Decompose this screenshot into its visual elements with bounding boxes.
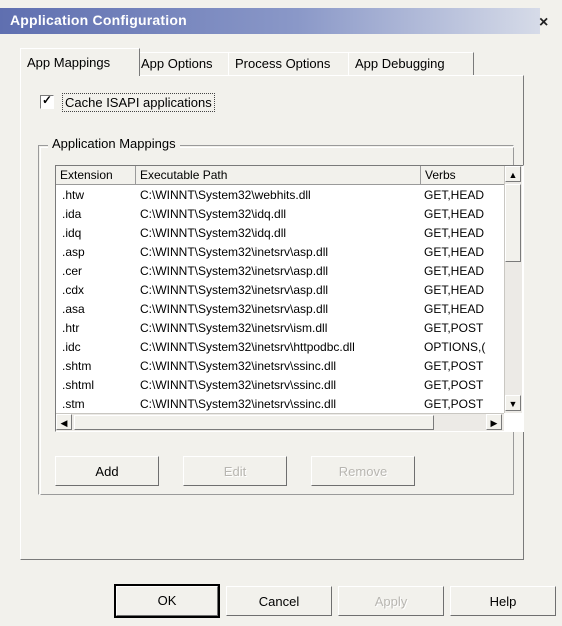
horizontal-scrollbar[interactable]: ◀ ▶	[56, 413, 504, 431]
cell-verbs: OPTIONS,(	[424, 340, 486, 354]
table-row[interactable]: .stm C:\WINNT\System32\inetsrv\ssinc.dll G…	[56, 395, 504, 414]
vertical-scroll-thumb[interactable]	[505, 184, 521, 262]
table-row[interactable]: .cdx C:\WINNT\System32\inetsrv\asp.dll GET…	[56, 281, 504, 300]
table-row[interactable]: .htr C:\WINNT\System32\inetsrv\ism.dll GET…	[56, 319, 504, 338]
cell-verbs: GET,HEAD	[424, 302, 485, 316]
ok-button[interactable]: OK	[114, 584, 220, 618]
window-title: Application Configuration	[10, 12, 187, 28]
application-configuration-dialog: Application Configuration × App Mappings…	[0, 0, 562, 626]
cell-verbs: GET,HEAD	[424, 245, 485, 259]
table-row[interactable]: .idq C:\WINNT\System32\idq.dll GET,HEAD	[56, 224, 504, 243]
cell-executable-path: C:\WINNT\System32\idq.dll	[140, 226, 287, 240]
cache-isapi-checkbox[interactable]: ✓	[40, 93, 54, 109]
cell-verbs: GET,HEAD	[424, 207, 485, 221]
column-header-extension[interactable]: Extension	[56, 166, 136, 184]
mappings-list[interactable]: Extension Executable Path Verbs .htw C:\W…	[55, 165, 524, 432]
cell-executable-path: C:\WINNT\System32\inetsrv\ssinc.dll	[140, 397, 337, 411]
cell-extension: .asp	[62, 245, 85, 259]
cell-executable-path: C:\WINNT\System32\inetsrv\ism.dll	[140, 321, 328, 335]
list-header: Extension Executable Path Verbs	[56, 166, 504, 185]
help-button[interactable]: Help	[450, 586, 556, 616]
cell-executable-path: C:\WINNT\System32\idq.dll	[140, 207, 287, 221]
column-header-executable-path[interactable]: Executable Path	[136, 166, 421, 184]
scroll-up-icon[interactable]: ▲	[505, 166, 521, 182]
cell-verbs: GET,POST	[424, 397, 484, 411]
tab-app-debugging[interactable]: App Debugging	[348, 52, 474, 75]
cell-extension: .htw	[62, 188, 85, 202]
cache-isapi-label[interactable]: Cache ISAPI applications	[62, 92, 215, 112]
cell-extension: .idq	[62, 226, 82, 240]
cell-executable-path: C:\WINNT\System32\inetsrv\asp.dll	[140, 264, 329, 278]
table-row[interactable]: .shtm C:\WINNT\System32\inetsrv\ssinc.dll…	[56, 357, 504, 376]
vertical-scrollbar[interactable]: ▲ ▼	[504, 166, 522, 413]
tab-process-options[interactable]: Process Options	[228, 52, 354, 75]
cell-verbs: GET,POST	[424, 359, 484, 373]
cell-executable-path: C:\WINNT\System32\inetsrv\asp.dll	[140, 245, 329, 259]
add-button[interactable]: Add	[55, 456, 159, 486]
cell-extension: .ida	[62, 207, 82, 221]
table-row[interactable]: .ida C:\WINNT\System32\idq.dll GET,HEAD	[56, 205, 504, 224]
cancel-button[interactable]: Cancel	[226, 586, 332, 616]
cell-extension: .shtm	[62, 359, 92, 373]
application-mappings-title: Application Mappings	[48, 136, 180, 151]
table-row[interactable]: .shtml C:\WINNT\System32\inetsrv\ssinc.dl…	[56, 376, 504, 395]
cell-verbs: GET,HEAD	[424, 226, 485, 240]
cell-executable-path: C:\WINNT\System32\inetsrv\ssinc.dll	[140, 359, 337, 373]
tab-app-mappings[interactable]: App Mappings	[20, 48, 140, 76]
cell-extension: .shtml	[62, 378, 95, 392]
table-row[interactable]: .idc C:\WINNT\System32\inetsrv\httpodbc.d…	[56, 338, 504, 357]
cell-verbs: GET,POST	[424, 321, 484, 335]
horizontal-scroll-thumb[interactable]	[74, 415, 434, 430]
cell-executable-path: C:\WINNT\System32\inetsrv\httpodbc.dll	[140, 340, 355, 354]
cell-executable-path: C:\WINNT\System32\inetsrv\ssinc.dll	[140, 378, 337, 392]
cell-verbs: GET,HEAD	[424, 283, 485, 297]
checkmark-icon: ✓	[42, 93, 53, 107]
apply-button[interactable]: Apply	[338, 586, 444, 616]
scroll-right-icon[interactable]: ▶	[486, 414, 502, 430]
ok-button-label: OK	[157, 593, 177, 608]
column-header-verbs[interactable]: Verbs	[421, 166, 504, 184]
cell-verbs: GET,HEAD	[424, 188, 485, 202]
cell-executable-path: C:\WINNT\System32\inetsrv\asp.dll	[140, 283, 329, 297]
table-row[interactable]: .asa C:\WINNT\System32\inetsrv\asp.dll GET…	[56, 300, 504, 319]
table-row[interactable]: .cer C:\WINNT\System32\inetsrv\asp.dll GET…	[56, 262, 504, 281]
cache-isapi-row[interactable]: ✓ Cache ISAPI applications	[40, 92, 215, 112]
scroll-left-icon[interactable]: ◀	[56, 414, 72, 430]
tab-app-options[interactable]: App Options	[134, 52, 234, 75]
cell-extension: .idc	[62, 340, 81, 354]
title-bar: Application Configuration	[0, 8, 540, 34]
table-row[interactable]: .asp C:\WINNT\System32\inetsrv\asp.dll GET…	[56, 243, 504, 262]
cell-extension: .stm	[62, 397, 85, 411]
edit-button[interactable]: Edit	[183, 456, 287, 486]
cell-extension: .cer	[62, 264, 83, 278]
close-icon[interactable]: ×	[539, 15, 548, 31]
cell-extension: .asa	[62, 302, 85, 316]
table-row[interactable]: .htw C:\WINNT\System32\webhits.dll GET,HEA…	[56, 186, 504, 205]
cell-verbs: GET,HEAD	[424, 264, 485, 278]
cell-extension: .htr	[62, 321, 80, 335]
cell-verbs: GET,POST	[424, 378, 484, 392]
cell-executable-path: C:\WINNT\System32\inetsrv\asp.dll	[140, 302, 329, 316]
cell-executable-path: C:\WINNT\System32\webhits.dll	[140, 188, 311, 202]
remove-button[interactable]: Remove	[311, 456, 415, 486]
cell-extension: .cdx	[62, 283, 85, 297]
scroll-down-icon[interactable]: ▼	[505, 395, 521, 411]
